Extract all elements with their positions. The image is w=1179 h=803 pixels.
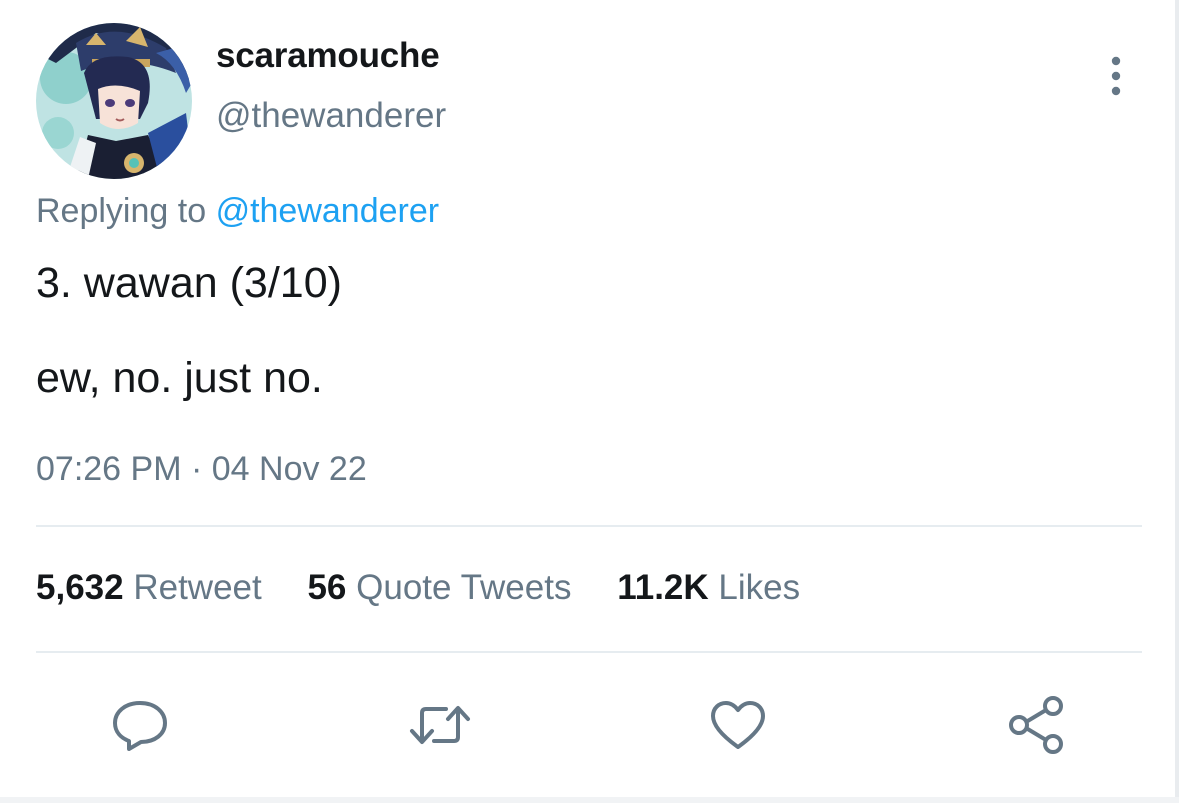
share-button[interactable] xyxy=(1004,695,1068,755)
scrollbar-track xyxy=(1175,0,1179,803)
likes-count: 11.2K xyxy=(617,568,709,607)
replying-to: Replying to @thewanderer xyxy=(36,192,439,231)
avatar-image xyxy=(36,23,192,179)
more-vertical-icon xyxy=(1111,56,1121,96)
like-button[interactable] xyxy=(706,695,770,755)
tweet-text-line: ew, no. just no. xyxy=(36,354,323,402)
quote-tweets-stat[interactable]: 56 Quote Tweets xyxy=(307,568,571,607)
tweet-detail: scaramouche @thewanderer Replying to @th… xyxy=(0,0,1179,803)
retweet-count: 5,632 xyxy=(36,568,124,607)
bottom-border xyxy=(0,797,1179,803)
tweet-stats: 5,632 Retweet 56 Quote Tweets 11.2K Like… xyxy=(36,568,836,608)
reply-icon xyxy=(113,701,167,751)
likes-label: Likes xyxy=(718,568,801,607)
tweet-timestamp[interactable]: 07:26 PM · 04 Nov 22 xyxy=(36,450,367,489)
replying-to-label: Replying to xyxy=(36,192,207,230)
heart-icon xyxy=(711,701,765,749)
divider xyxy=(36,525,1142,527)
quote-label: Quote Tweets xyxy=(356,568,572,607)
tweet-text-line: 3. wawan (3/10) xyxy=(36,259,342,307)
reply-mention-link[interactable]: @thewanderer xyxy=(216,192,440,230)
quote-count: 56 xyxy=(307,568,347,607)
more-options-button[interactable] xyxy=(1096,52,1136,100)
retweet-stat[interactable]: 5,632 Retweet xyxy=(36,568,262,607)
user-handle[interactable]: @thewanderer xyxy=(216,96,446,136)
share-icon xyxy=(1009,696,1063,754)
retweet-icon xyxy=(410,706,470,744)
reply-button[interactable] xyxy=(108,695,172,755)
display-name[interactable]: scaramouche xyxy=(216,36,440,76)
retweet-button[interactable] xyxy=(408,695,472,755)
avatar[interactable] xyxy=(36,23,192,179)
retweet-label: Retweet xyxy=(133,568,262,607)
divider xyxy=(36,651,1142,653)
likes-stat[interactable]: 11.2K Likes xyxy=(617,568,800,607)
